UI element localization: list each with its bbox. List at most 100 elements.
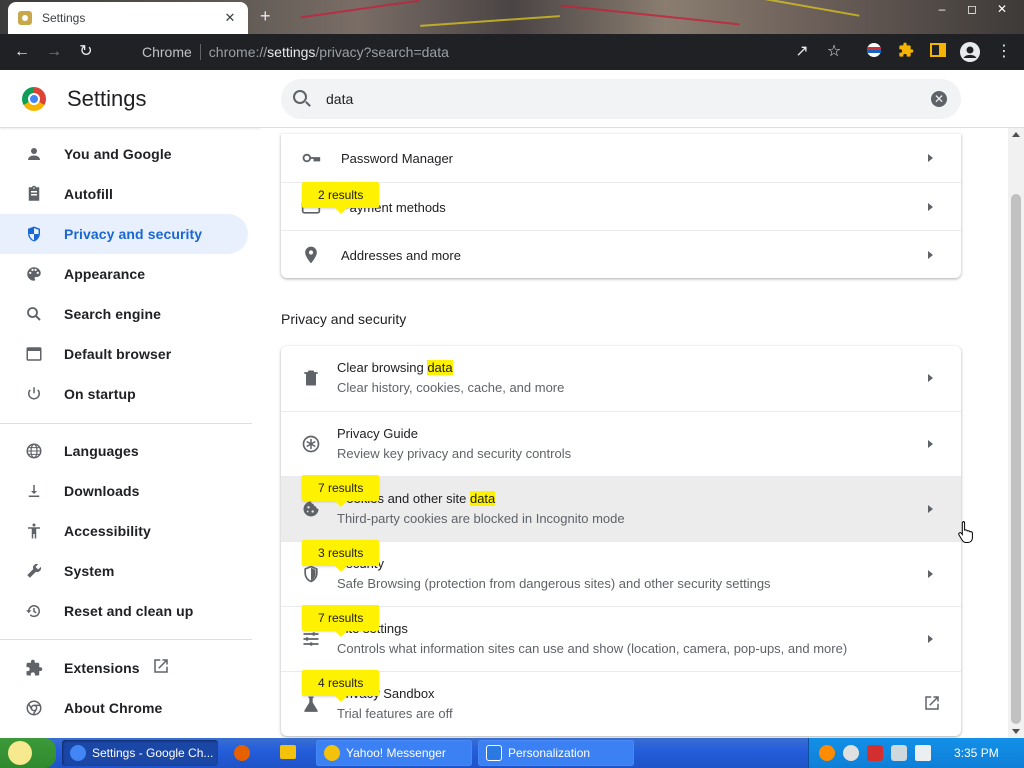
sidebar-item-label: Autofill — [64, 186, 114, 202]
sidebar-item-label: Appearance — [64, 266, 146, 282]
kebab-menu-icon[interactable]: ⋮ — [994, 42, 1014, 62]
scrollbar-thumb[interactable] — [1011, 194, 1021, 724]
row-title: Addresses and more — [341, 248, 461, 263]
profile-flag-icon[interactable] — [864, 42, 884, 62]
back-arrow-icon[interactable]: ← — [12, 42, 32, 62]
sidebar-item-search-engine[interactable]: Search engine — [0, 294, 248, 334]
extensions-puzzle-icon[interactable] — [896, 42, 916, 62]
start-button[interactable] — [0, 738, 56, 768]
settings-search-box[interactable]: ✕ — [281, 79, 961, 119]
address-bar[interactable]: Chrome chrome://settings/privacy?search=… — [112, 39, 856, 65]
bookmark-star-icon[interactable]: ☆ — [824, 42, 844, 62]
side-panel-icon[interactable] — [928, 42, 948, 62]
privacy-section-title: Privacy and security — [281, 311, 407, 327]
omnibox-divider — [199, 44, 201, 60]
firefox-icon[interactable] — [234, 745, 250, 761]
url-host: settings — [267, 44, 316, 60]
sidebar-item-label: On startup — [64, 386, 136, 402]
scroll-down-arrow-icon[interactable] — [1012, 729, 1020, 734]
clear-search-icon[interactable]: ✕ — [931, 91, 947, 107]
site-settings-row[interactable]: Site settings Controls what information … — [281, 606, 961, 671]
clear-browsing-data-row[interactable]: Clear browsing data Clear history, cooki… — [281, 346, 961, 411]
network-tray-icon[interactable] — [891, 745, 907, 761]
settings-tab[interactable]: Settings ✕ — [8, 2, 248, 34]
sidebar-item-label: Search engine — [64, 306, 162, 322]
taskbar-item-personalization[interactable]: Personalization — [478, 740, 634, 766]
tab-close-icon[interactable]: ✕ — [222, 10, 238, 26]
chevron-right-icon — [928, 374, 933, 382]
share-icon[interactable]: ↗ — [792, 42, 812, 62]
sidebar-item-you-and-google[interactable]: You and Google — [0, 134, 248, 174]
system-tray: 3:35 PM — [808, 738, 1024, 768]
sidebar-item-accessibility[interactable]: Accessibility — [0, 511, 248, 551]
hand-cursor-icon — [958, 521, 973, 543]
sidebar-item-extensions[interactable]: Extensions — [0, 648, 248, 688]
scroll-up-arrow-icon[interactable] — [1012, 132, 1020, 137]
sidebar-item-reset-and-clean-up[interactable]: Reset and clean up — [0, 591, 248, 631]
search-tray-icon[interactable] — [819, 745, 835, 761]
taskbar-item-chrome[interactable]: Settings - Google Ch... — [62, 740, 218, 766]
new-tab-button[interactable]: + — [260, 6, 271, 27]
chrome-icon — [70, 745, 86, 761]
location-pin-icon — [301, 245, 321, 265]
sidebar-item-label: Languages — [64, 443, 139, 459]
close-window-button[interactable]: ✕ — [992, 2, 1012, 16]
addresses-row[interactable]: Addresses and more — [281, 230, 961, 278]
sidebar-divider — [0, 423, 252, 424]
chevron-right-icon — [928, 505, 933, 513]
open-in-new-icon — [152, 657, 170, 680]
chevron-right-icon — [928, 440, 933, 448]
sidebar-item-system[interactable]: System — [0, 551, 248, 591]
row-subtitle: Third-party cookies are blocked in Incog… — [337, 511, 625, 526]
history-icon — [24, 601, 44, 621]
chevron-right-icon — [928, 635, 933, 643]
clock[interactable]: 3:35 PM — [954, 746, 999, 760]
privacy-card: Clear browsing data Clear history, cooki… — [281, 346, 961, 736]
sidebar-item-label: Downloads — [64, 483, 140, 499]
cookies-row[interactable]: Cookies and other site data Third-party … — [281, 476, 961, 541]
sidebar-item-languages[interactable]: Languages — [0, 431, 248, 471]
forward-arrow-icon[interactable]: → — [44, 42, 64, 62]
maximize-button[interactable]: ◻ — [962, 2, 982, 16]
taskbar-item-yahoo-messenger[interactable]: Yahoo! Messenger — [316, 740, 472, 766]
search-results-bubble: 4 results — [302, 670, 380, 702]
sidebar-item-downloads[interactable]: Downloads — [0, 471, 248, 511]
tab-title: Settings — [42, 11, 86, 25]
profile-avatar-icon[interactable] — [960, 42, 980, 62]
privacy-guide-icon — [301, 434, 321, 454]
cookie-icon — [301, 499, 321, 519]
security-row[interactable]: Security Safe Browsing (protection from … — [281, 541, 961, 606]
sidebar-item-label: Default browser — [64, 346, 172, 362]
search-icon — [24, 304, 44, 324]
smiley-tray-icon[interactable] — [843, 745, 859, 761]
reload-icon[interactable]: ↻ — [76, 42, 96, 62]
settings-header: Settings ✕ — [0, 70, 1024, 128]
sidebar-item-on-startup[interactable]: On startup — [0, 374, 248, 414]
row-title: Clear browsing data — [337, 360, 453, 375]
url-scheme: chrome:// — [208, 44, 268, 60]
sidebar-item-label: You and Google — [64, 146, 172, 162]
sidebar-item-autofill[interactable]: Autofill — [0, 174, 248, 214]
privacy-guide-row[interactable]: Privacy Guide Review key privacy and sec… — [281, 411, 961, 476]
row-subtitle: Review key privacy and security controls — [337, 446, 572, 461]
security-alert-tray-icon[interactable] — [867, 745, 883, 761]
chrome-logo-icon — [22, 87, 46, 111]
sidebar-item-about-chrome[interactable]: About Chrome — [0, 688, 248, 728]
page-scrollbar[interactable] — [1008, 128, 1024, 738]
browser-toolbar: ← → ↻ Chrome chrome://settings/privacy?s… — [0, 34, 1024, 70]
payment-methods-row[interactable]: Payment methods — [281, 182, 961, 230]
folder-icon[interactable] — [280, 745, 296, 759]
wallpaper-streak — [420, 15, 560, 27]
password-manager-row[interactable]: Password Manager — [281, 134, 961, 182]
volume-icon[interactable] — [915, 745, 931, 761]
minimize-button[interactable]: – — [932, 2, 952, 16]
page-title: Settings — [67, 86, 147, 111]
sidebar-item-default-browser[interactable]: Default browser — [0, 334, 248, 374]
sidebar-divider — [0, 639, 252, 640]
sidebar-item-appearance[interactable]: Appearance — [0, 254, 248, 294]
privacy-sandbox-row[interactable]: Privacy Sandbox Trial features are off — [281, 671, 961, 736]
sidebar-item-privacy-and-security[interactable]: Privacy and security — [0, 214, 248, 254]
personalization-icon — [486, 745, 502, 761]
search-input[interactable] — [326, 89, 906, 109]
search-results-bubble: 2 results — [302, 182, 380, 214]
